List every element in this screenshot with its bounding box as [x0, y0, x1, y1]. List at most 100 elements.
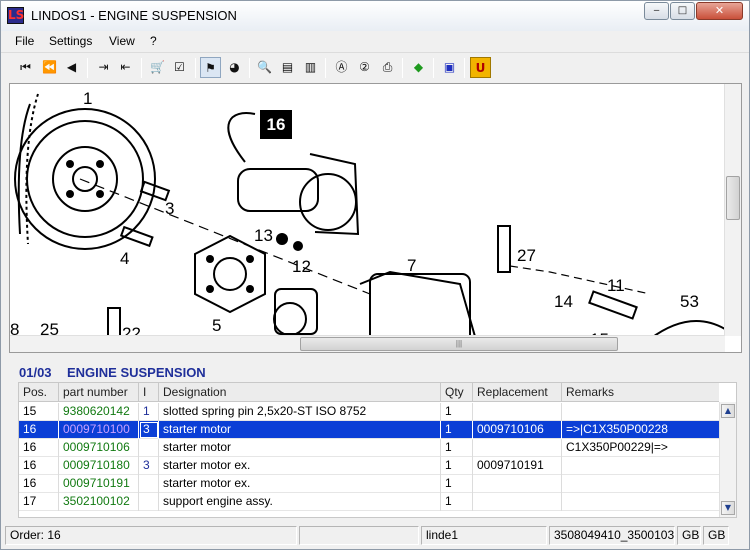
cell-designation: slotted spring pin 2,5x20-ST ISO 8752	[159, 403, 441, 421]
export-document-icon[interactable]: ⇥	[93, 57, 114, 78]
cell-pos: 16	[19, 475, 59, 493]
toolbar-separator	[325, 58, 326, 78]
app-logo-icon: LS	[7, 7, 25, 24]
cell-part-number: 9380620142	[59, 403, 139, 421]
green-book-icon[interactable]: ◆	[408, 57, 429, 78]
column-header-part-number[interactable]: part number	[59, 383, 139, 402]
cell-i	[139, 475, 159, 493]
parts-table: Pos. part number I Designation Qty Repla…	[18, 382, 737, 518]
cell-pos: 16	[19, 439, 59, 457]
cell-part-number: 0009710106	[59, 439, 139, 457]
annotation-q-icon[interactable]: ②	[354, 57, 375, 78]
table-row[interactable]: 16 0009710180 3 starter motor ex. 1 0009…	[19, 457, 719, 475]
cell-designation: starter motor	[159, 421, 441, 439]
column-header-i[interactable]: I	[139, 383, 159, 402]
status-bar: Order: 16 linde1 3508049410_3500103 GB G…	[1, 524, 749, 549]
exploded-view-drawing[interactable]: 1 3 4 5 7 8 11 12 13 14 15 22 25 27 53 1…	[9, 83, 742, 353]
cell-remarks: =>|C1X350P00228	[566, 422, 668, 436]
engine-drawing-graphic	[14, 93, 726, 352]
callout-1[interactable]: 1	[83, 89, 92, 109]
close-button[interactable]: ✕	[696, 2, 743, 20]
first-record-icon[interactable]: ⏮	[15, 57, 36, 78]
globe-icon[interactable]: ◕	[224, 57, 245, 78]
cell-qty: 1	[441, 475, 473, 493]
annotation-a-icon[interactable]: Ⓐ	[331, 57, 352, 78]
cell-designation: starter motor ex.	[159, 475, 441, 493]
cell-replacement	[473, 493, 562, 511]
status-user: linde1	[421, 526, 547, 545]
cell-qty: 1	[441, 493, 473, 511]
cell-remarks: C1X350P00229|=>	[566, 440, 668, 454]
toolbar-separator	[87, 58, 88, 78]
cell-replacement: 0009710191	[473, 457, 562, 475]
callout-27[interactable]: 27	[517, 246, 536, 266]
menu-view[interactable]: View	[109, 34, 135, 48]
callout-5[interactable]: 5	[212, 316, 221, 336]
u-logo-icon[interactable]: U	[470, 57, 491, 78]
cell-qty: 1	[441, 457, 473, 475]
scroll-down-icon[interactable]: ▼	[721, 501, 735, 515]
table-header: Pos. part number I Designation Qty Repla…	[19, 383, 719, 402]
callout-7[interactable]: 7	[407, 256, 416, 276]
checklist-icon[interactable]: ☑	[169, 57, 190, 78]
drawing-vertical-scrollbar[interactable]	[724, 84, 741, 336]
menu-help[interactable]: ?	[150, 34, 157, 48]
page-view-icon[interactable]: ▤	[277, 57, 298, 78]
menu-file[interactable]: File	[15, 34, 34, 48]
cell-i	[139, 439, 159, 457]
cell-i: 3	[139, 421, 159, 439]
column-header-designation[interactable]: Designation	[159, 383, 441, 402]
callout-12[interactable]: 12	[292, 257, 311, 277]
callout-14[interactable]: 14	[554, 292, 573, 312]
callout-3[interactable]: 3	[165, 199, 174, 219]
cell-i: 3	[139, 457, 159, 475]
table-row[interactable]: 17 3502100102 support engine assy. 1	[19, 493, 719, 511]
print-icon[interactable]: ⎙	[377, 57, 398, 78]
blue-grid-icon[interactable]: ▣	[439, 57, 460, 78]
table-row[interactable]: 16 0009710106 starter motor 1 C1X350P002…	[19, 439, 719, 457]
section-title: ENGINE SUSPENSION	[67, 365, 206, 380]
application-window: LS LINDOS1 - ENGINE SUSPENSION ‒ □ ✕ Fil…	[0, 0, 750, 550]
column-header-replacement[interactable]: Replacement	[473, 383, 562, 402]
status-serial-numbers: 3508049410_3500103	[549, 526, 675, 545]
cell-i	[139, 493, 159, 511]
table-vertical-scrollbar[interactable]: ▲ ▼	[719, 402, 736, 517]
drawing-horizontal-scroll-thumb[interactable]: |||	[300, 337, 618, 351]
toolbar-separator	[141, 58, 142, 78]
callout-13[interactable]: 13	[254, 226, 273, 246]
scroll-up-icon[interactable]: ▲	[721, 404, 735, 418]
column-header-remarks[interactable]: Remarks	[562, 383, 719, 402]
page-fit-icon[interactable]: ▥	[300, 57, 321, 78]
previous-page-icon[interactable]: ⏪	[39, 57, 60, 78]
toolbar: ⏮ ⏪ ◀ ⇥ ⇤ 🛒 ☑ ⚑ ◕ 🔍 ▤ ▥ Ⓐ ② ⎙ ◆ ▣ U	[1, 52, 749, 82]
cell-part-number: 3502100102	[59, 493, 139, 511]
drawing-horizontal-scrollbar[interactable]: |||	[10, 335, 725, 352]
cell-replacement	[473, 475, 562, 493]
toolbar-separator	[433, 58, 434, 78]
import-document-icon[interactable]: ⇤	[115, 57, 136, 78]
table-row[interactable]: 15 9380620142 1 slotted spring pin 2,5x2…	[19, 403, 719, 421]
minimize-button[interactable]: ‒	[644, 2, 669, 20]
cell-part-number: 0009710191	[59, 475, 139, 493]
status-language-1: GB	[677, 526, 701, 545]
cell-pos: 16	[19, 457, 59, 475]
column-header-pos[interactable]: Pos.	[19, 383, 59, 402]
previous-record-icon[interactable]: ◀	[61, 57, 82, 78]
drawing-vertical-scroll-thumb[interactable]	[726, 176, 740, 220]
callout-4[interactable]: 4	[120, 249, 129, 269]
toolbar-separator	[195, 58, 196, 78]
window-title: LINDOS1 - ENGINE SUSPENSION	[31, 8, 237, 23]
callout-53[interactable]: 53	[680, 292, 699, 312]
zoom-icon[interactable]: 🔍	[254, 57, 275, 78]
marker-tool-icon[interactable]: ⚑	[200, 57, 221, 78]
cell-part-number: 0009710100	[59, 421, 139, 439]
callout-11[interactable]: 11	[607, 276, 625, 296]
column-header-qty[interactable]: Qty	[441, 383, 473, 402]
menu-settings[interactable]: Settings	[49, 34, 92, 48]
shopping-cart-icon[interactable]: 🛒	[147, 57, 168, 78]
status-empty-panel	[299, 526, 419, 545]
table-row[interactable]: 16 0009710191 starter motor ex. 1	[19, 475, 719, 493]
maximize-button[interactable]: □	[670, 2, 695, 20]
callout-16-highlighted[interactable]: 16	[260, 110, 292, 139]
table-row-selected[interactable]: 16 0009710100 3 starter motor 1 00097101…	[19, 421, 719, 439]
